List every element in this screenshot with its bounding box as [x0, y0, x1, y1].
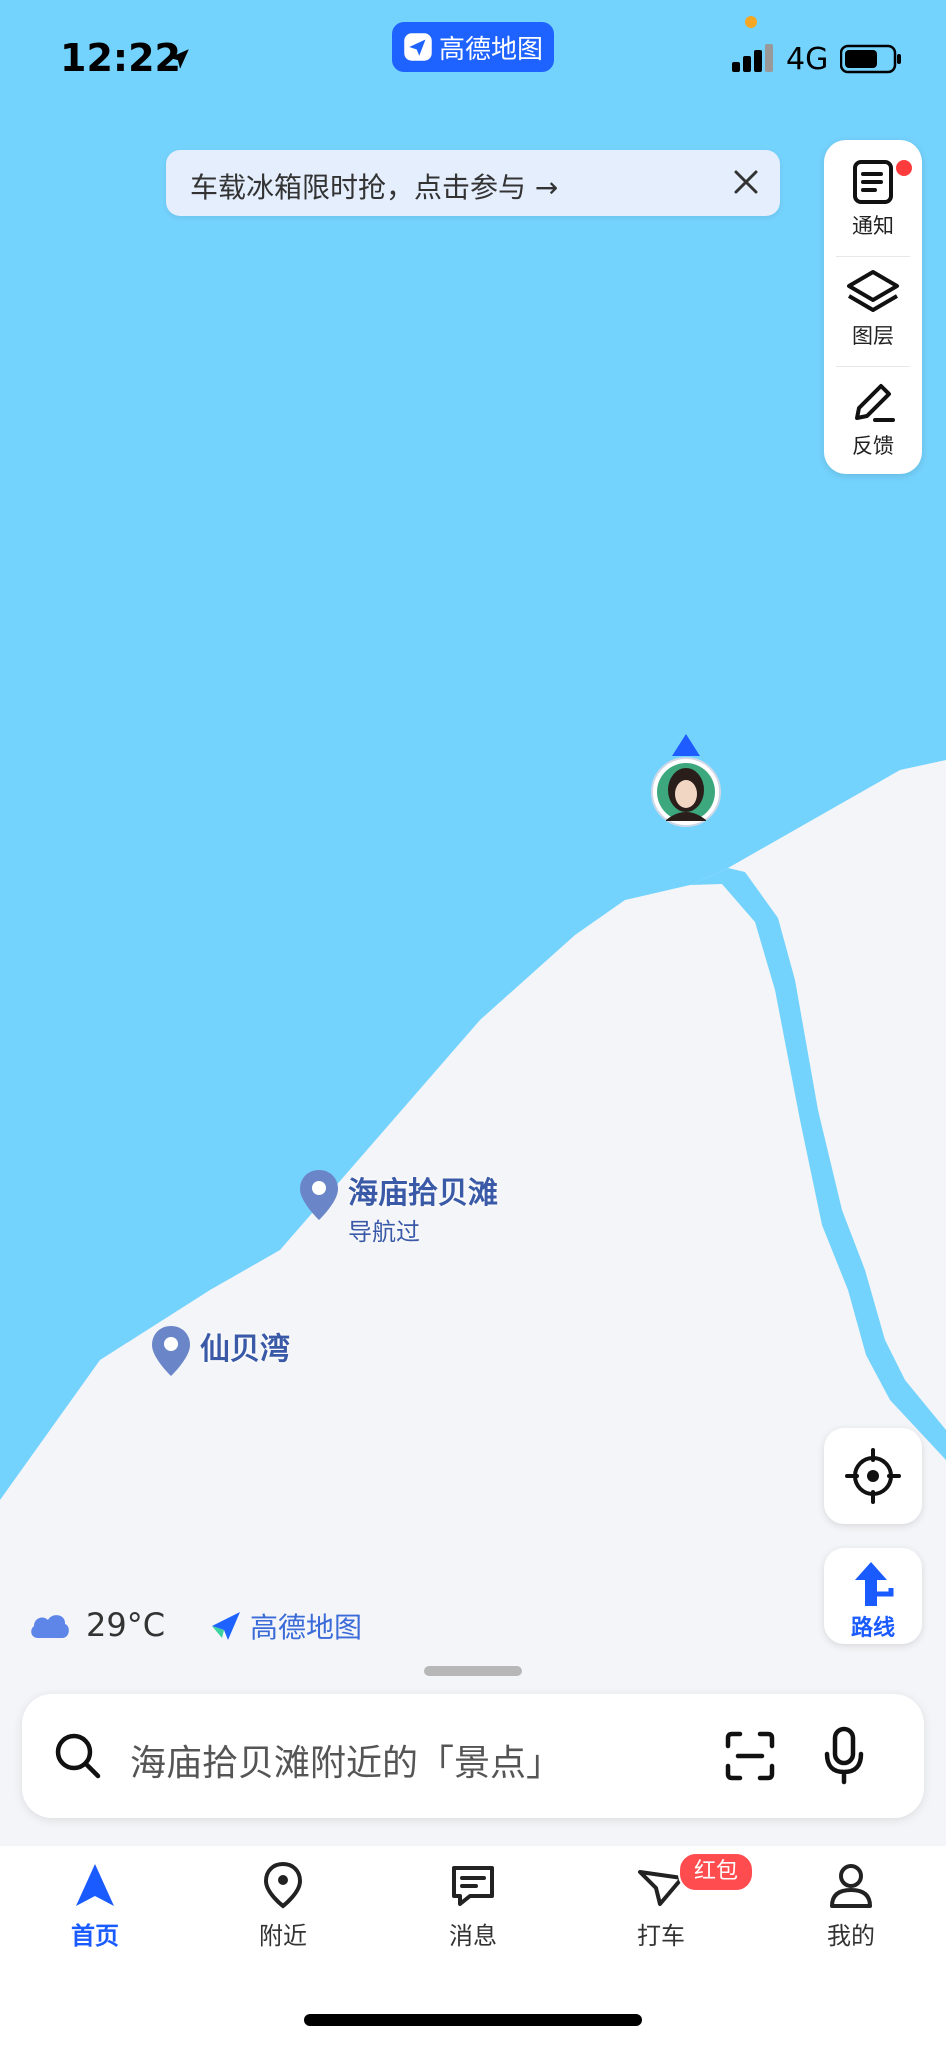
tab-profile[interactable]: 我的	[776, 1860, 926, 1951]
feedback-button[interactable]: 反馈	[824, 366, 922, 474]
weather-widget[interactable]: 29°C	[28, 1606, 165, 1644]
route-button[interactable]: 路线	[824, 1548, 922, 1644]
map-logo-text: 高德地图	[250, 1611, 363, 1644]
amap-logo-icon	[404, 33, 432, 61]
map-logo: 高德地图	[208, 1606, 362, 1646]
status-bar: 12:22 高德地图 4G	[0, 0, 946, 120]
feedback-edit-icon	[855, 384, 895, 422]
layers-button[interactable]: 图层	[824, 256, 922, 364]
location-arrow-icon	[169, 49, 189, 69]
tab-home-label: 首页	[71, 1922, 119, 1950]
status-time: 12:22	[60, 36, 181, 80]
promo-banner-text: 车载冰箱限时抢，点击参与 →	[190, 171, 559, 204]
profile-icon	[830, 1864, 872, 1908]
map-tools-panel: 通知 图层 反馈	[824, 140, 922, 474]
location-pin-icon	[263, 1861, 303, 1909]
user-location-avatar[interactable]	[648, 734, 724, 834]
tab-nearby[interactable]: 附近	[208, 1860, 358, 1951]
notification-dot	[894, 158, 914, 178]
weather-temperature: 29°C	[86, 1606, 166, 1644]
tab-home[interactable]: 首页	[20, 1860, 170, 1951]
route-arrow-icon	[855, 1562, 894, 1606]
map-pin-icon	[152, 1326, 190, 1376]
promo-banner[interactable]: 车载冰箱限时抢，点击参与 →	[166, 150, 780, 216]
tab-profile-label: 我的	[827, 1922, 875, 1950]
feedback-label: 反馈	[852, 434, 894, 458]
battery-icon	[840, 44, 901, 74]
poi-name: 仙贝湾	[200, 1332, 290, 1367]
navigation-arrow-icon	[76, 1864, 114, 1906]
layers-label: 图层	[852, 324, 894, 348]
tab-nearby-label: 附近	[259, 1922, 307, 1950]
notification-icon	[853, 160, 893, 204]
notification-label: 通知	[852, 214, 894, 238]
scan-icon[interactable]	[724, 1730, 776, 1782]
signal-icon	[732, 44, 773, 72]
search-bar[interactable]: 海庙拾贝滩附近的「景点」	[22, 1694, 924, 1818]
tab-messages-label: 消息	[449, 1922, 497, 1950]
message-icon	[452, 1866, 494, 1906]
locate-me-button[interactable]	[824, 1428, 922, 1524]
poi-subtitle: 导航过	[348, 1218, 420, 1246]
network-type: 4G	[786, 42, 829, 77]
search-input[interactable]: 海庙拾贝滩附近的「景点」	[130, 1734, 562, 1786]
privacy-indicator	[745, 16, 757, 28]
notification-button[interactable]: 通知	[824, 146, 922, 254]
amap-logo-icon	[212, 1612, 240, 1640]
app-badge[interactable]: 高德地图	[392, 22, 554, 72]
cloud-icon	[31, 1615, 69, 1638]
crosshair-icon	[845, 1448, 901, 1504]
close-icon[interactable]	[726, 162, 766, 202]
microphone-icon[interactable]	[822, 1726, 866, 1786]
poi-marker[interactable]: 仙贝湾	[150, 1324, 290, 1378]
app-badge-label: 高德地图	[438, 34, 543, 65]
home-indicator[interactable]	[304, 2014, 642, 2026]
tab-messages[interactable]: 消息	[398, 1860, 548, 1951]
taxi-red-packet-badge: 红包	[678, 1852, 755, 1892]
tab-taxi-label: 打车	[637, 1922, 685, 1950]
search-icon	[55, 1733, 101, 1779]
poi-marker[interactable]: 海庙拾贝滩 导航过	[298, 1168, 498, 1247]
poi-name: 海庙拾贝滩	[348, 1176, 498, 1211]
route-label: 路线	[850, 1616, 895, 1641]
layers-icon	[847, 270, 899, 312]
sheet-drag-handle[interactable]	[424, 1666, 522, 1676]
map-pin-icon	[300, 1170, 338, 1220]
